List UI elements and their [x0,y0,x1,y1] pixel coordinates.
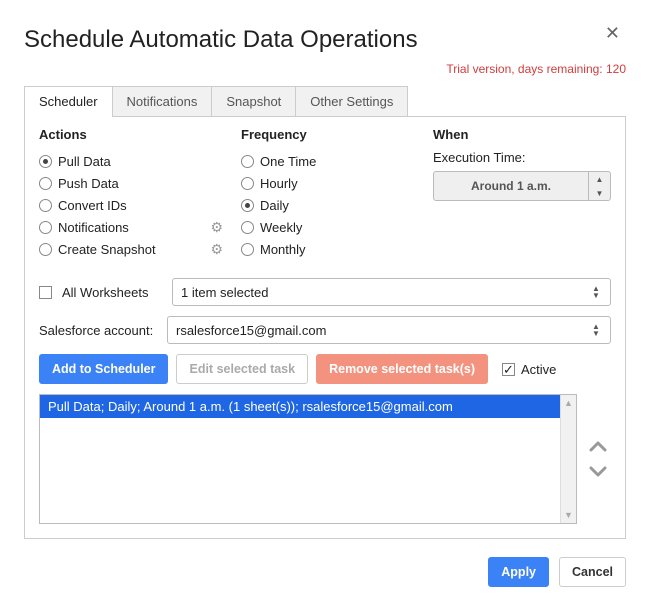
chevron-down-icon [589,466,607,478]
radio-icon [241,199,254,212]
execution-time-stepper[interactable]: Around 1 a.m. ▲ ▼ [433,171,611,201]
frequency-column: Frequency One Time Hourly Daily Weekly [241,127,421,260]
active-label: Active [521,362,556,377]
dialog-header: Schedule Automatic Data Operations ✕ [24,18,626,58]
trial-notice: Trial version, days remaining: 120 [24,62,626,76]
active-checkbox[interactable] [502,363,515,376]
action-pull-data[interactable]: Pull Data [39,150,229,172]
action-create-snapshot[interactable]: Create Snapshot ⚙ [39,238,229,260]
execution-time-value: Around 1 a.m. [434,172,588,200]
action-label: Pull Data [58,154,111,169]
frequency-heading: Frequency [241,127,421,142]
tab-bar: Scheduler Notifications Snapshot Other S… [24,86,626,117]
scheduler-panel: Actions Pull Data Push Data Convert IDs … [24,117,626,539]
frequency-hourly[interactable]: Hourly [241,172,421,194]
worksheets-row: All Worksheets 1 item selected ▲▼ [39,278,611,306]
select-arrows-icon: ▲▼ [590,285,602,299]
action-label: Convert IDs [58,198,127,213]
actions-column: Actions Pull Data Push Data Convert IDs … [39,127,229,260]
chevron-up-icon [589,440,607,452]
chevron-up-icon[interactable]: ▲ [589,172,610,186]
edit-selected-task-button[interactable]: Edit selected task [176,354,308,384]
radio-icon [39,177,52,190]
scroll-down-icon[interactable]: ▼ [561,507,576,523]
task-buttons-row: Add to Scheduler Edit selected task Remo… [39,354,611,384]
all-worksheets-label: All Worksheets [62,285,162,300]
action-push-data[interactable]: Push Data [39,172,229,194]
action-label: Notifications [58,220,129,235]
schedule-dialog: Schedule Automatic Data Operations ✕ Tri… [0,0,650,611]
execution-time-label: Execution Time: [433,150,611,165]
chevron-down-icon[interactable]: ▼ [589,186,610,200]
frequency-label: Hourly [260,176,298,191]
radio-icon [39,243,52,256]
frequency-label: Monthly [260,242,306,257]
radio-icon [241,155,254,168]
tab-other-settings[interactable]: Other Settings [295,86,408,116]
radio-icon [39,155,52,168]
frequency-monthly[interactable]: Monthly [241,238,421,260]
move-down-button[interactable] [585,466,611,478]
actions-heading: Actions [39,127,229,142]
tab-notifications[interactable]: Notifications [112,86,213,116]
active-toggle[interactable]: Active [502,362,556,377]
sf-account-label: Salesforce account: [39,323,157,338]
radio-icon [241,177,254,190]
remove-selected-tasks-button[interactable]: Remove selected task(s) [316,354,488,384]
dialog-title: Schedule Automatic Data Operations [24,26,418,54]
radio-icon [39,221,52,234]
frequency-label: One Time [260,154,316,169]
sf-account-select[interactable]: rsalesforce15@gmail.com ▲▼ [167,316,611,344]
close-icon[interactable]: ✕ [599,18,626,48]
action-convert-ids[interactable]: Convert IDs [39,194,229,216]
worksheet-select-value: 1 item selected [181,285,268,300]
action-label: Push Data [58,176,119,191]
task-listbox[interactable]: Pull Data; Daily; Around 1 a.m. (1 sheet… [39,394,577,524]
frequency-daily[interactable]: Daily [241,194,421,216]
cancel-button[interactable]: Cancel [559,557,626,587]
sf-account-row: Salesforce account: rsalesforce15@gmail.… [39,316,611,344]
select-arrows-icon: ▲▼ [590,323,602,337]
all-worksheets-checkbox[interactable] [39,286,52,299]
radio-icon [39,199,52,212]
sf-account-value: rsalesforce15@gmail.com [176,323,326,338]
task-list-wrap: Pull Data; Daily; Around 1 a.m. (1 sheet… [39,394,611,524]
scrollbar[interactable]: ▲ ▼ [560,395,576,523]
radio-icon [241,221,254,234]
tab-snapshot[interactable]: Snapshot [211,86,296,116]
gear-icon[interactable]: ⚙ [210,219,229,236]
gear-icon[interactable]: ⚙ [210,241,229,258]
apply-button[interactable]: Apply [488,557,549,587]
when-column: When Execution Time: Around 1 a.m. ▲ ▼ [433,127,611,260]
action-label: Create Snapshot [58,242,156,257]
frequency-label: Daily [260,198,289,213]
radio-icon [241,243,254,256]
move-up-button[interactable] [585,440,611,452]
action-notifications[interactable]: Notifications ⚙ [39,216,229,238]
dialog-footer: Apply Cancel [24,557,626,587]
tab-scheduler[interactable]: Scheduler [24,86,113,116]
frequency-weekly[interactable]: Weekly [241,216,421,238]
worksheet-select[interactable]: 1 item selected ▲▼ [172,278,611,306]
reorder-controls [585,394,611,524]
add-to-scheduler-button[interactable]: Add to Scheduler [39,354,168,384]
scroll-up-icon[interactable]: ▲ [561,395,576,411]
frequency-one-time[interactable]: One Time [241,150,421,172]
frequency-label: Weekly [260,220,302,235]
stepper-arrows: ▲ ▼ [588,172,610,200]
when-heading: When [433,127,611,142]
task-item[interactable]: Pull Data; Daily; Around 1 a.m. (1 sheet… [40,395,576,418]
